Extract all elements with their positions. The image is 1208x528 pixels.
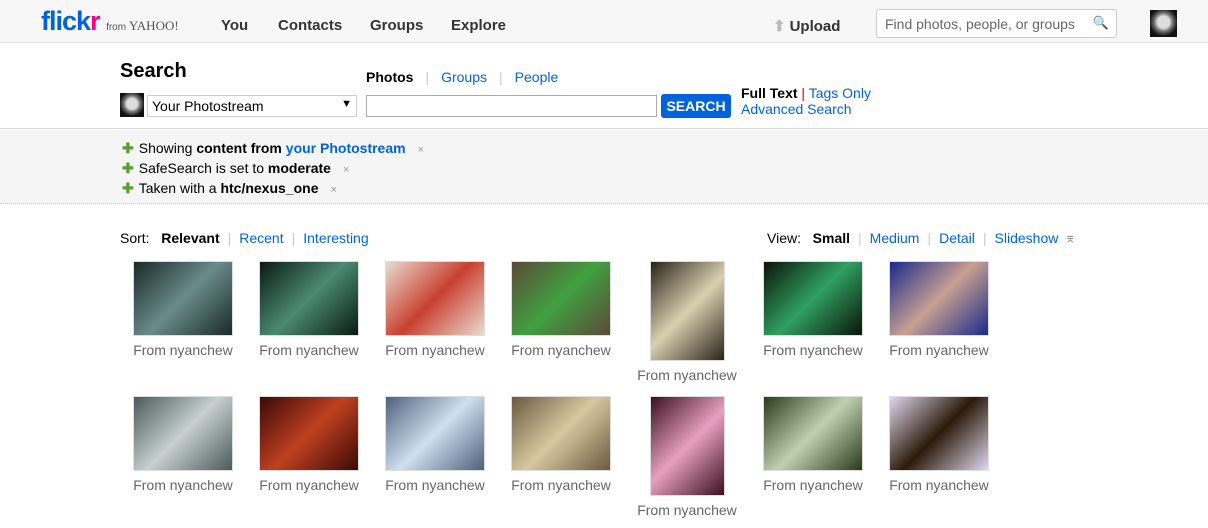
photo-thumbnail[interactable]	[511, 396, 611, 471]
photo-caption[interactable]: From nyanchew	[876, 342, 1002, 358]
photo-thumbnail[interactable]	[385, 261, 485, 336]
view-slideshow[interactable]: Slideshow	[995, 230, 1059, 246]
close-icon[interactable]: ×	[330, 184, 336, 196]
photo-thumbnail[interactable]	[649, 261, 725, 361]
photo-caption[interactable]: From nyanchew	[246, 477, 372, 493]
photo-caption[interactable]: From nyanchew	[498, 477, 624, 493]
upload-link[interactable]: ⬆ Upload	[773, 17, 840, 35]
photo-item: From nyanchew	[876, 396, 1002, 493]
nav-contacts[interactable]: Contacts	[278, 17, 342, 34]
plus-icon[interactable]: ✚	[122, 140, 134, 156]
photo-item: From nyanchew	[498, 261, 624, 358]
search-button[interactable]: SEARCH	[661, 94, 731, 118]
search-tabs: Photos | Groups | People	[366, 69, 559, 85]
photo-item: From nyanchew	[876, 261, 1002, 358]
view-label: View:	[767, 230, 801, 246]
tab-people[interactable]: People	[515, 69, 559, 85]
sort-relevant[interactable]: Relevant	[161, 230, 219, 246]
plus-icon[interactable]: ✚	[122, 180, 134, 196]
nav-explore[interactable]: Explore	[451, 17, 506, 34]
photo-thumbnail[interactable]	[133, 261, 233, 336]
tab-photos[interactable]: Photos	[366, 69, 413, 85]
photo-thumbnail[interactable]	[511, 261, 611, 336]
plus-icon[interactable]: ✚	[122, 160, 134, 176]
photo-caption[interactable]: From nyanchew	[750, 477, 876, 493]
filter-item: ✚ SafeSearch is set to moderate ×	[122, 160, 350, 176]
view-options: View: Small | Medium | Detail | Slideshow ⌆	[767, 230, 1077, 246]
close-icon[interactable]: ×	[343, 164, 349, 176]
user-avatar[interactable]	[1150, 10, 1177, 37]
photo-item: From nyanchew	[624, 396, 750, 518]
tab-groups[interactable]: Groups	[441, 69, 487, 85]
scope-select[interactable]: Your Photostream ▼	[147, 95, 357, 117]
photo-item: From nyanchew	[246, 261, 372, 358]
photo-caption[interactable]: From nyanchew	[246, 342, 372, 358]
global-search-input[interactable]	[877, 10, 1087, 37]
photo-thumbnail[interactable]	[133, 396, 233, 471]
upload-arrow-icon: ⬆	[773, 18, 786, 35]
slideshow-icon[interactable]: ⌆	[1064, 230, 1076, 246]
photo-thumbnail[interactable]	[259, 396, 359, 471]
search-query-input[interactable]	[366, 95, 657, 117]
page-title: Search	[120, 60, 187, 82]
photo-caption[interactable]: From nyanchew	[372, 477, 498, 493]
sort-label: Sort:	[120, 230, 150, 246]
sort-options: Sort: Relevant | Recent | Interesting	[120, 230, 369, 246]
photo-item: From nyanchew	[372, 261, 498, 358]
photo-item: From nyanchew	[120, 396, 246, 493]
photo-caption[interactable]: From nyanchew	[498, 342, 624, 358]
photo-caption[interactable]: From nyanchew	[624, 502, 750, 518]
full-text-option[interactable]: Full Text	[741, 85, 798, 101]
search-mode: Full Text | Tags Only Advanced Search	[741, 85, 871, 117]
tags-only-option[interactable]: Tags Only	[809, 85, 871, 101]
global-search: 🔍	[876, 9, 1117, 38]
photo-caption[interactable]: From nyanchew	[120, 477, 246, 493]
sort-recent[interactable]: Recent	[239, 230, 283, 246]
photo-thumbnail[interactable]	[889, 261, 989, 336]
photo-item: From nyanchew	[750, 261, 876, 358]
photo-thumbnail[interactable]	[259, 261, 359, 336]
photo-thumbnail[interactable]	[889, 396, 989, 471]
photo-thumbnail[interactable]	[649, 396, 725, 496]
search-icon[interactable]: 🔍	[1093, 15, 1109, 31]
top-bar: flickr from YAHOO! You Contacts Groups E…	[0, 0, 1208, 43]
photostream-link[interactable]: your Photostream	[286, 140, 406, 156]
photo-item: From nyanchew	[498, 396, 624, 493]
photo-item: From nyanchew	[120, 261, 246, 358]
search-panel: Search Photos | Groups | People Your Photost…	[0, 43, 1208, 129]
chevron-down-icon: ▼	[341, 98, 352, 110]
active-filters: ✚ Showing content from your Photostream × …	[0, 130, 1208, 204]
photo-thumbnail[interactable]	[385, 396, 485, 471]
photo-caption[interactable]: From nyanchew	[624, 367, 750, 383]
view-small[interactable]: Small	[813, 230, 850, 246]
photo-caption[interactable]: From nyanchew	[750, 342, 876, 358]
view-medium[interactable]: Medium	[870, 230, 920, 246]
view-detail[interactable]: Detail	[939, 230, 975, 246]
sort-interesting[interactable]: Interesting	[303, 230, 368, 246]
advanced-search-link[interactable]: Advanced Search	[741, 101, 852, 117]
filter-item: ✚ Showing content from your Photostream ×	[122, 140, 425, 156]
nav-groups[interactable]: Groups	[370, 17, 423, 34]
close-icon[interactable]: ×	[418, 144, 424, 156]
photo-caption[interactable]: From nyanchew	[120, 342, 246, 358]
photo-item: From nyanchew	[372, 396, 498, 493]
photo-caption[interactable]: From nyanchew	[372, 342, 498, 358]
photo-item: From nyanchew	[624, 261, 750, 383]
photo-thumbnail[interactable]	[763, 261, 863, 336]
scope-avatar	[120, 93, 144, 117]
photo-caption[interactable]: From nyanchew	[876, 477, 1002, 493]
nav-you[interactable]: You	[221, 17, 248, 34]
filter-item: ✚ Taken with a htc/nexus_one ×	[122, 180, 337, 196]
flickr-logo[interactable]: flickr from YAHOO!	[41, 6, 179, 37]
photo-item: From nyanchew	[750, 396, 876, 493]
photo-item: From nyanchew	[246, 396, 372, 493]
photo-thumbnail[interactable]	[763, 396, 863, 471]
